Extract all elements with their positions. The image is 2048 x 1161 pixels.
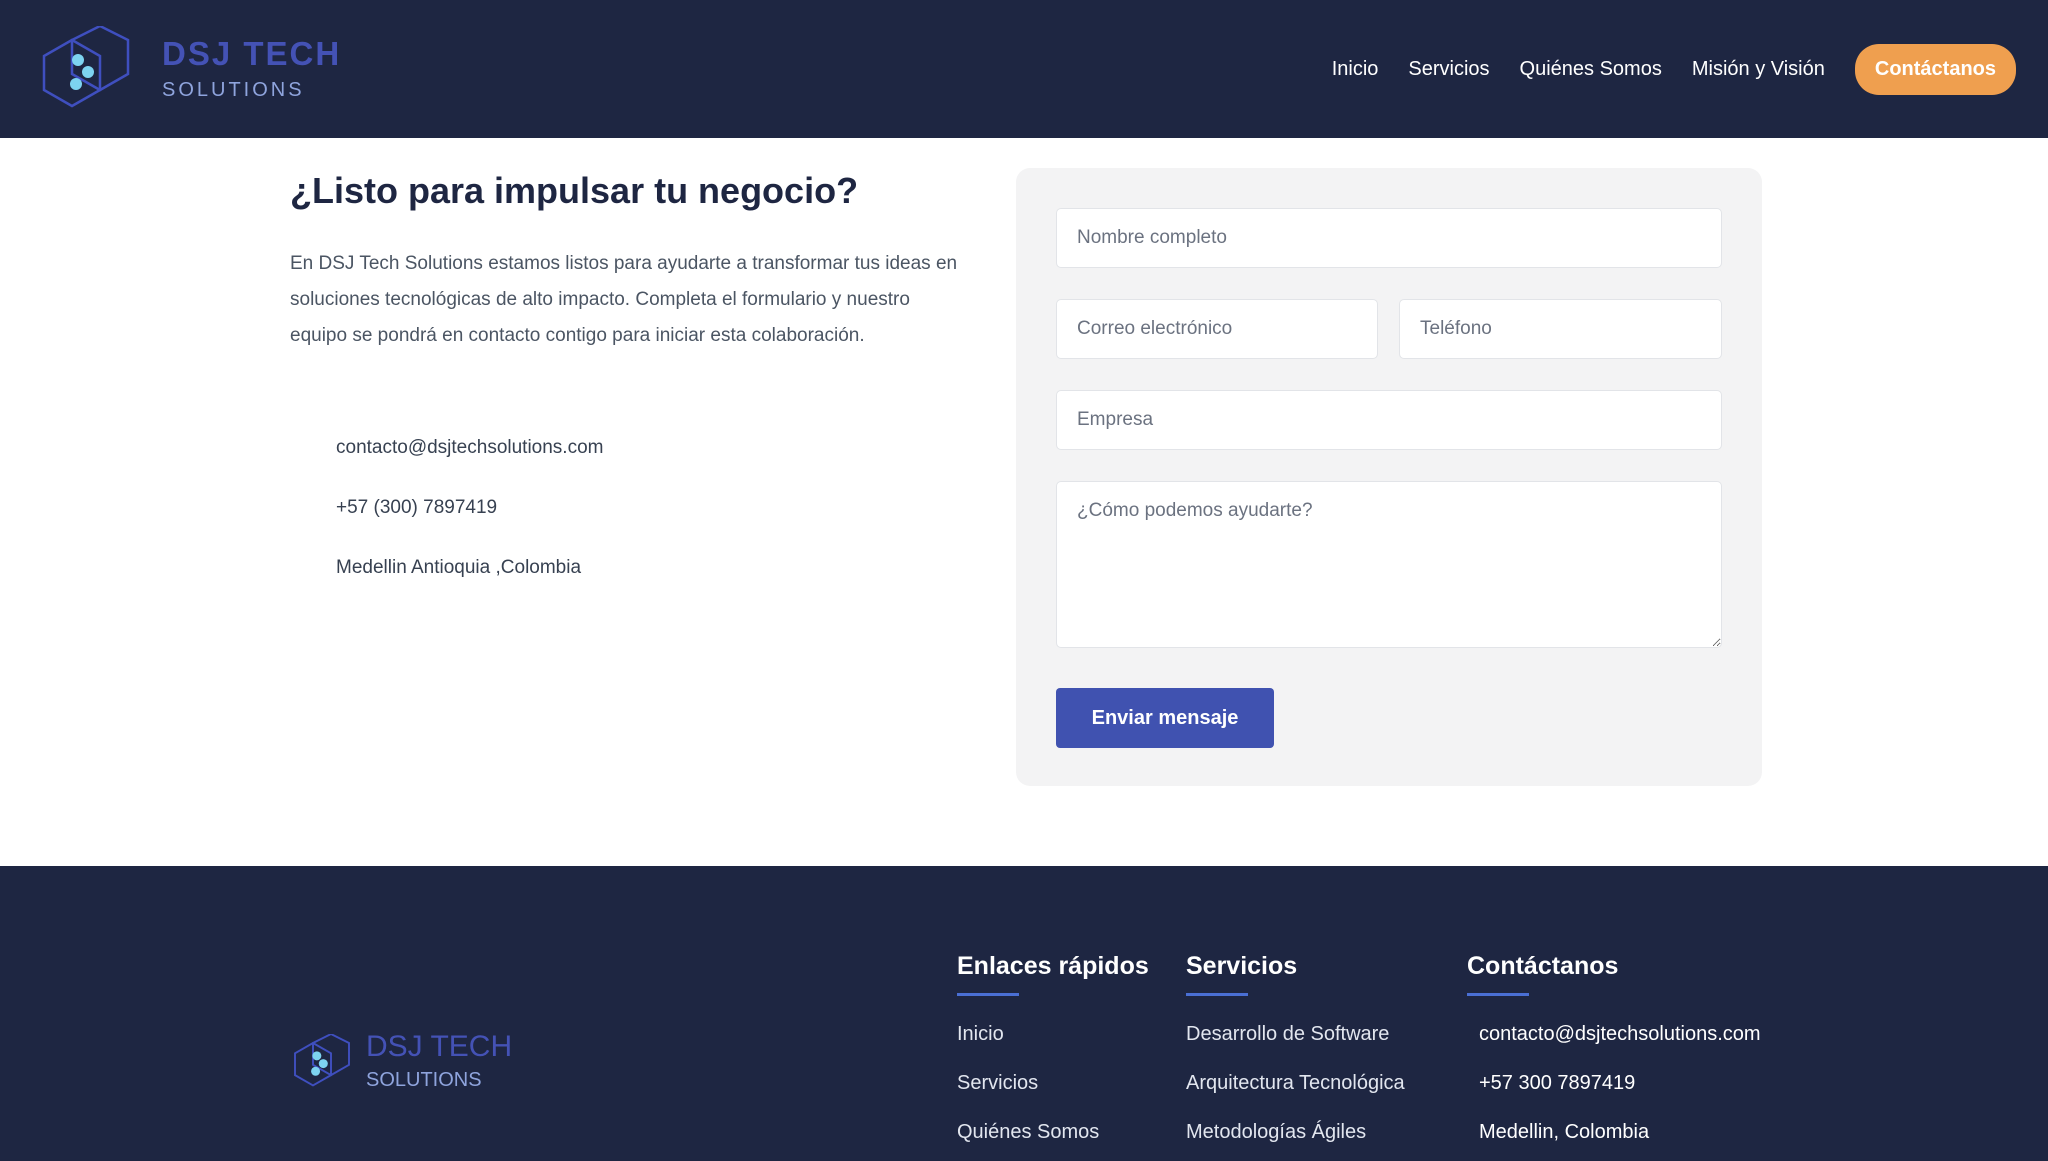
footer-quick-links-title: Enlaces rápidos bbox=[957, 952, 1149, 980]
footer-link-quienes-somos[interactable]: Quiénes Somos bbox=[957, 1121, 1099, 1144]
send-message-button[interactable]: Enviar mensaje bbox=[1056, 688, 1274, 748]
logo-title: DSJ TECH bbox=[162, 34, 342, 72]
phone-input[interactable] bbox=[1399, 299, 1722, 359]
footer-services: Servicios bbox=[1186, 950, 1297, 996]
footer-link-inicio[interactable]: Inicio bbox=[957, 1023, 1004, 1046]
footer-service-software[interactable]: Desarrollo de Software bbox=[1186, 1023, 1389, 1046]
hexagon-molecule-logo-icon bbox=[294, 1034, 350, 1087]
site-footer: DSJ TECH SOLUTIONS Enlaces rápidos Inici… bbox=[0, 866, 2048, 1161]
nav-mision-vision[interactable]: Misión y Visión bbox=[1692, 58, 1825, 81]
site-header: DSJ TECH SOLUTIONS Inicio Servicios Quié… bbox=[0, 0, 2048, 138]
footer-services-title: Servicios bbox=[1186, 952, 1298, 980]
nav-contact-button[interactable]: Contáctanos bbox=[1854, 44, 2016, 95]
footer-logo-subtitle: SOLUTIONS bbox=[366, 1069, 482, 1091]
footer-quick-links: Enlaces rápidos bbox=[957, 950, 1149, 996]
message-textarea[interactable] bbox=[1056, 481, 1722, 648]
footer-logo-title: DSJ TECH bbox=[366, 1030, 513, 1063]
footer-link-servicios[interactable]: Servicios bbox=[957, 1072, 1038, 1095]
footer-title-underline bbox=[1186, 992, 1248, 996]
footer-service-agile[interactable]: Metodologías Ágiles bbox=[1186, 1121, 1366, 1144]
footer-service-architecture[interactable]: Arquitectura Tecnológica bbox=[1186, 1072, 1405, 1095]
footer-title-underline bbox=[1467, 992, 1529, 996]
hexagon-molecule-logo-icon bbox=[42, 26, 130, 108]
contact-phone: +57 (300) 7897419 bbox=[336, 497, 498, 518]
footer-contact-email: contacto@dsjtechsolutions.com bbox=[1479, 1023, 1761, 1045]
footer-contact-title: Contáctanos bbox=[1467, 952, 1619, 980]
footer-logo[interactable]: DSJ TECH SOLUTIONS bbox=[292, 1032, 512, 1090]
contact-form: Enviar mensaje bbox=[1016, 168, 1762, 786]
contact-title: ¿Listo para impulsar tu negocio? bbox=[290, 170, 859, 211]
footer-contact: Contáctanos bbox=[1467, 950, 1618, 996]
contact-location: Medellin Antioquia ,Colombia bbox=[336, 557, 582, 578]
header-logo[interactable]: DSJ TECH SOLUTIONS bbox=[40, 26, 341, 110]
contact-email: contacto@dsjtechsolutions.com bbox=[336, 437, 604, 458]
main-nav: Inicio Servicios Quiénes Somos Misión y … bbox=[1332, 44, 2016, 95]
email-input[interactable] bbox=[1056, 299, 1378, 359]
footer-contact-phone: +57 300 7897419 bbox=[1479, 1072, 1636, 1094]
nav-inicio[interactable]: Inicio bbox=[1332, 58, 1379, 81]
name-input[interactable] bbox=[1056, 208, 1722, 268]
logo-subtitle: SOLUTIONS bbox=[162, 78, 305, 101]
nav-servicios[interactable]: Servicios bbox=[1408, 58, 1489, 81]
contact-description: En DSJ Tech Solutions estamos listos par… bbox=[290, 253, 958, 346]
nav-quienes-somos[interactable]: Quiénes Somos bbox=[1520, 58, 1662, 81]
company-input[interactable] bbox=[1056, 390, 1722, 450]
footer-contact-location: Medellin, Colombia bbox=[1479, 1121, 1650, 1143]
footer-title-underline bbox=[957, 992, 1019, 996]
